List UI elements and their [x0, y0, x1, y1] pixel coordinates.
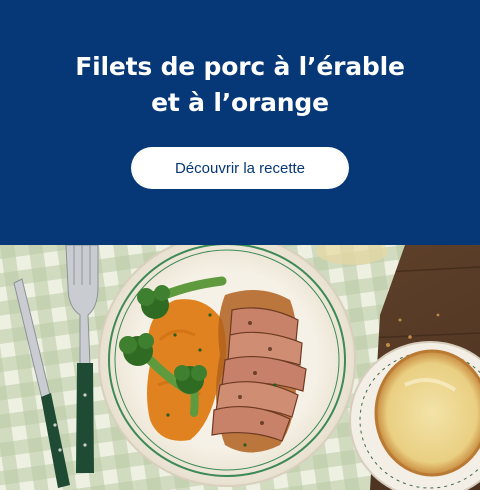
recipe-title-line-1: Filets de porc à l’érable — [75, 52, 405, 81]
banner-header: Filets de porc à l’érable et à l’orange … — [0, 0, 480, 245]
recipe-banner: Filets de porc à l’érable et à l’orange … — [0, 0, 480, 490]
dish-photo[interactable] — [0, 245, 480, 490]
buttered-bread — [374, 349, 480, 477]
recipe-title: Filets de porc à l’érable et à l’orange — [0, 49, 480, 121]
recipe-title-line-2: et à l’orange — [151, 88, 329, 117]
discover-recipe-button[interactable]: Découvrir la recette — [131, 147, 349, 189]
